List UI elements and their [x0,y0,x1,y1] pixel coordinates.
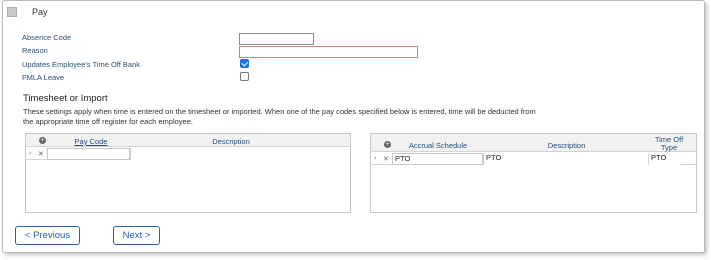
section-description: These settings apply when time is entere… [23,107,536,126]
reason-label: Reason [22,46,48,55]
fmla-label: FMLA Leave [22,73,65,82]
close-icon[interactable]: ✕ [383,155,389,163]
pay-code-grid-header: + Pay Code Description [26,134,350,147]
col-description: Description [212,137,250,146]
section-title: Timesheet or Import [23,93,108,104]
description-cell[interactable] [130,148,350,160]
col-description: Description [547,141,586,150]
chevron-right-icon[interactable]: › [374,155,376,162]
fmla-checkbox[interactable] [240,72,249,81]
absence-code-field[interactable] [239,33,314,45]
col-pay-code[interactable]: Pay Code [66,137,116,146]
absence-code-label: Absence Code [22,33,72,42]
accrual-grid-header: + Accrual Schedule Description Time Off … [371,134,696,152]
description-cell[interactable]: PTO [483,153,648,165]
chevron-right-icon[interactable]: › [29,150,31,157]
updates-bank-label: Updates Employee's Time Off Bank [22,60,141,69]
accrual-grid: + Accrual Schedule Description Time Off … [370,133,697,213]
pay-code-cell[interactable] [47,148,130,160]
previous-button[interactable]: < Previous [15,226,80,245]
table-row: › ✕ PTO PTO PTO [371,153,696,165]
next-button[interactable]: Next > [113,226,160,245]
accrual-schedule-cell[interactable]: PTO [392,153,483,165]
updates-bank-checkbox[interactable] [240,59,249,68]
table-row: › ✕ [26,148,350,160]
col-type: Type [660,143,678,152]
window-icon [7,7,17,17]
reason-field[interactable] [239,46,418,58]
close-icon[interactable]: ✕ [38,150,44,158]
add-row-icon[interactable]: + [384,141,391,148]
add-row-icon[interactable]: + [39,137,46,144]
panel-title: Pay [32,7,48,17]
pay-code-grid: + Pay Code Description › ✕ [25,133,351,213]
col-accrual-schedule: Accrual Schedule [408,141,468,150]
type-cell[interactable]: PTO [648,153,681,165]
